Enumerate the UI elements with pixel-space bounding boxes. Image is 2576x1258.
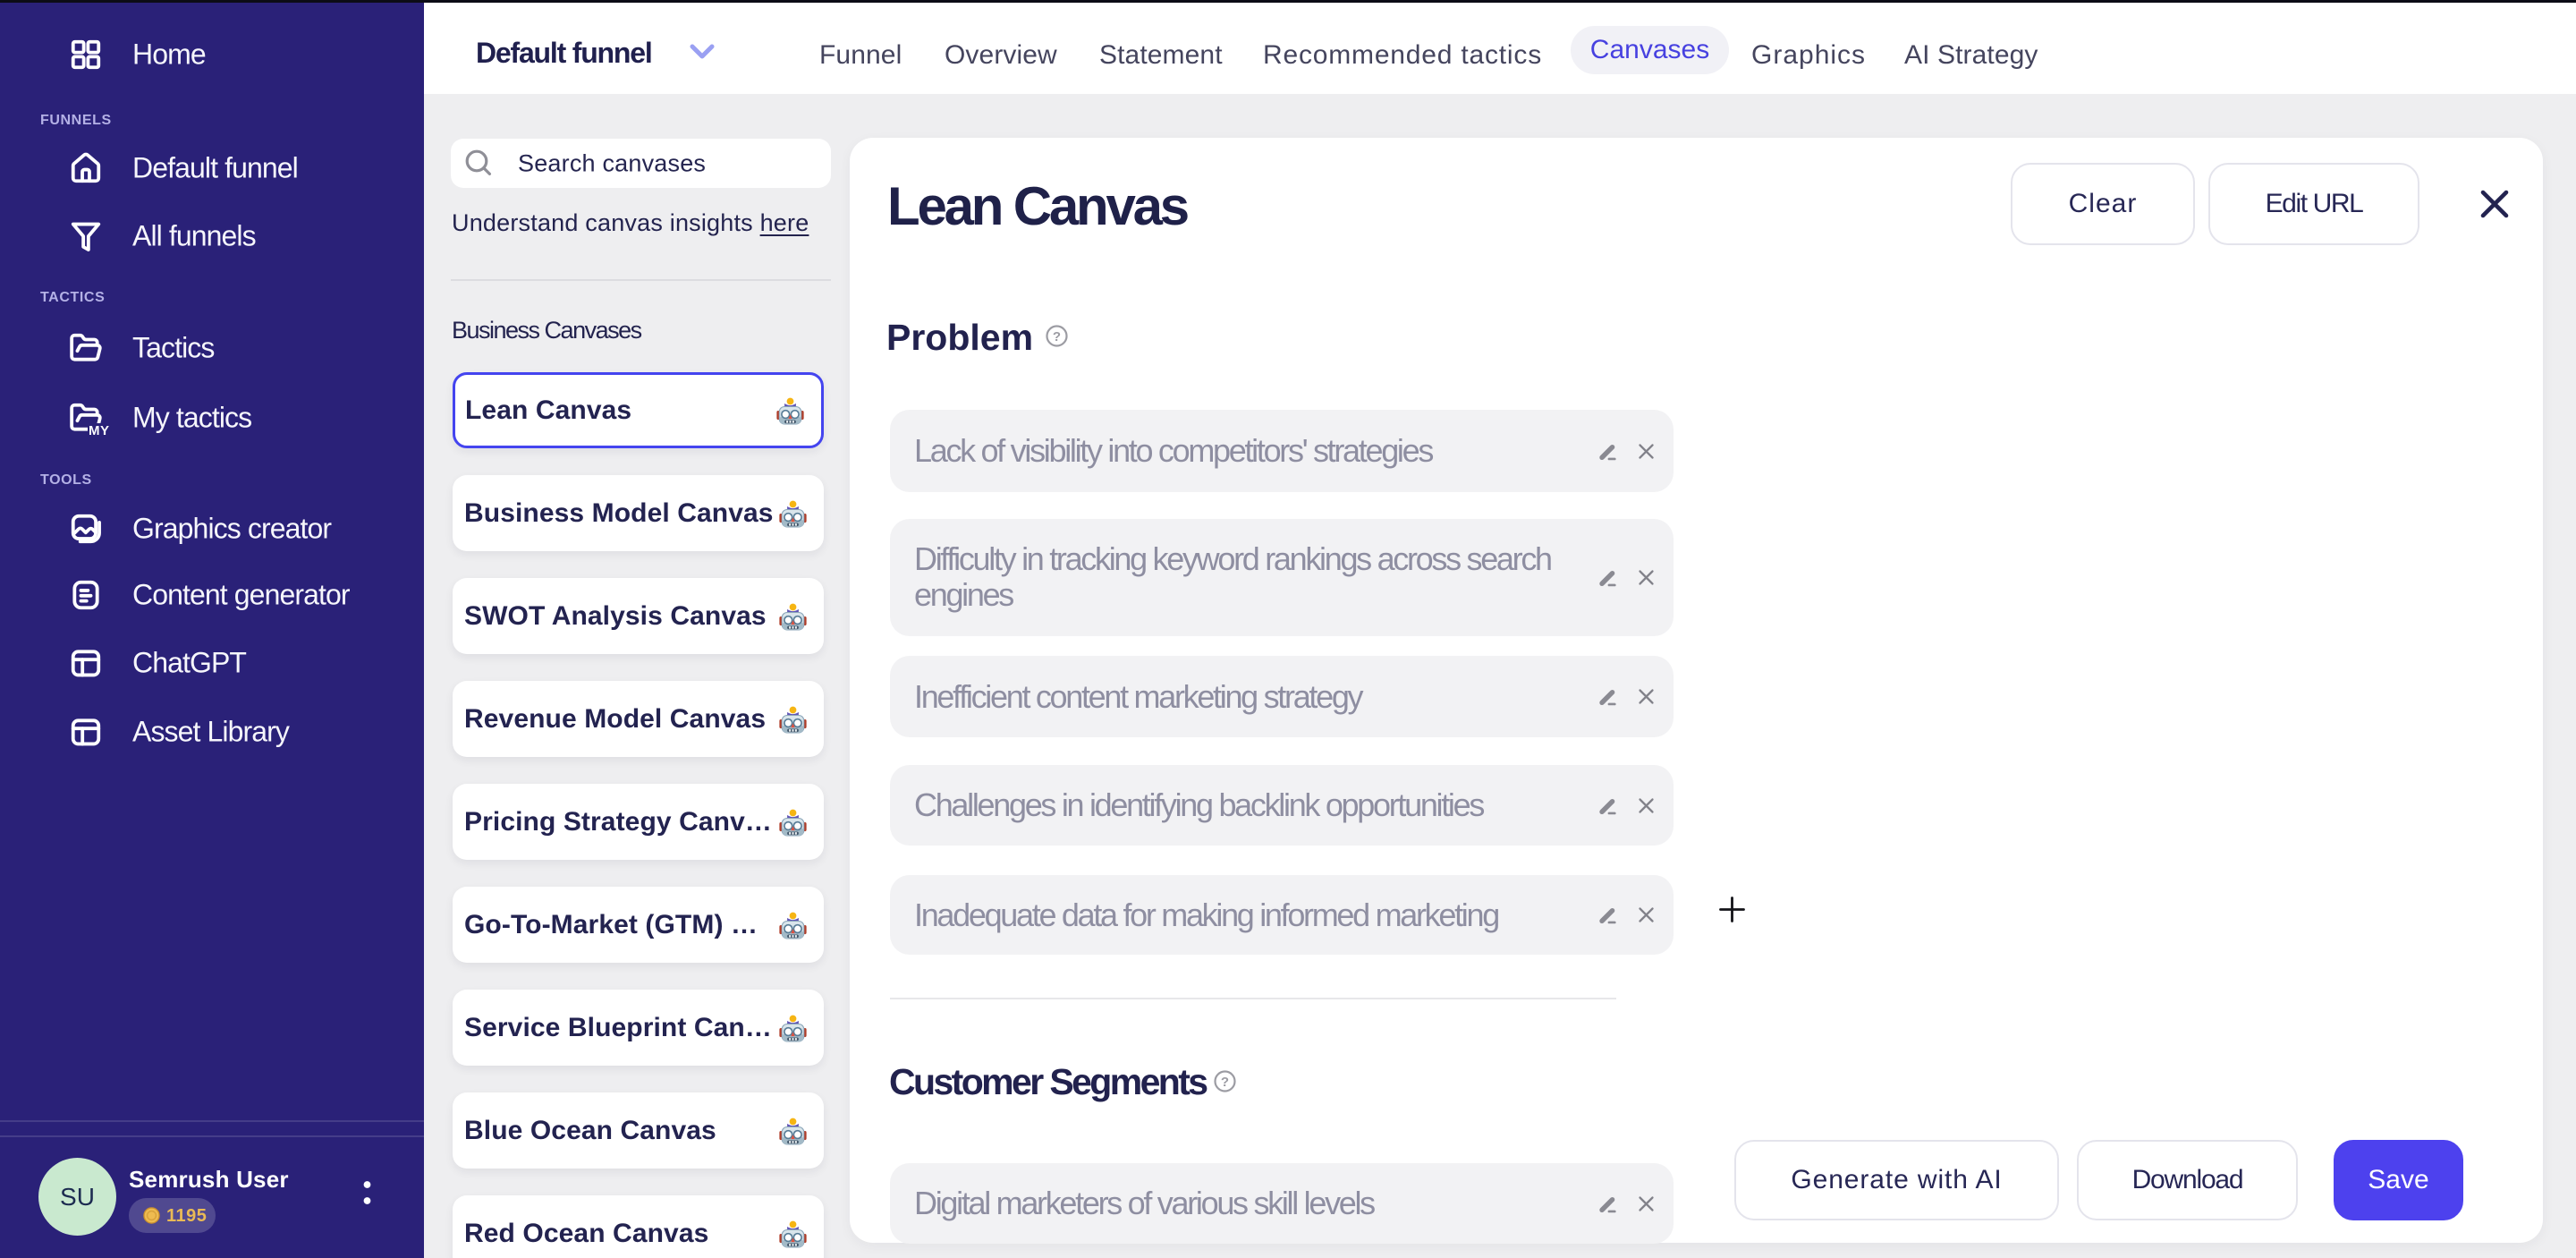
svg-text:?: ? xyxy=(1221,1075,1229,1090)
svg-text:?: ? xyxy=(1053,329,1061,344)
